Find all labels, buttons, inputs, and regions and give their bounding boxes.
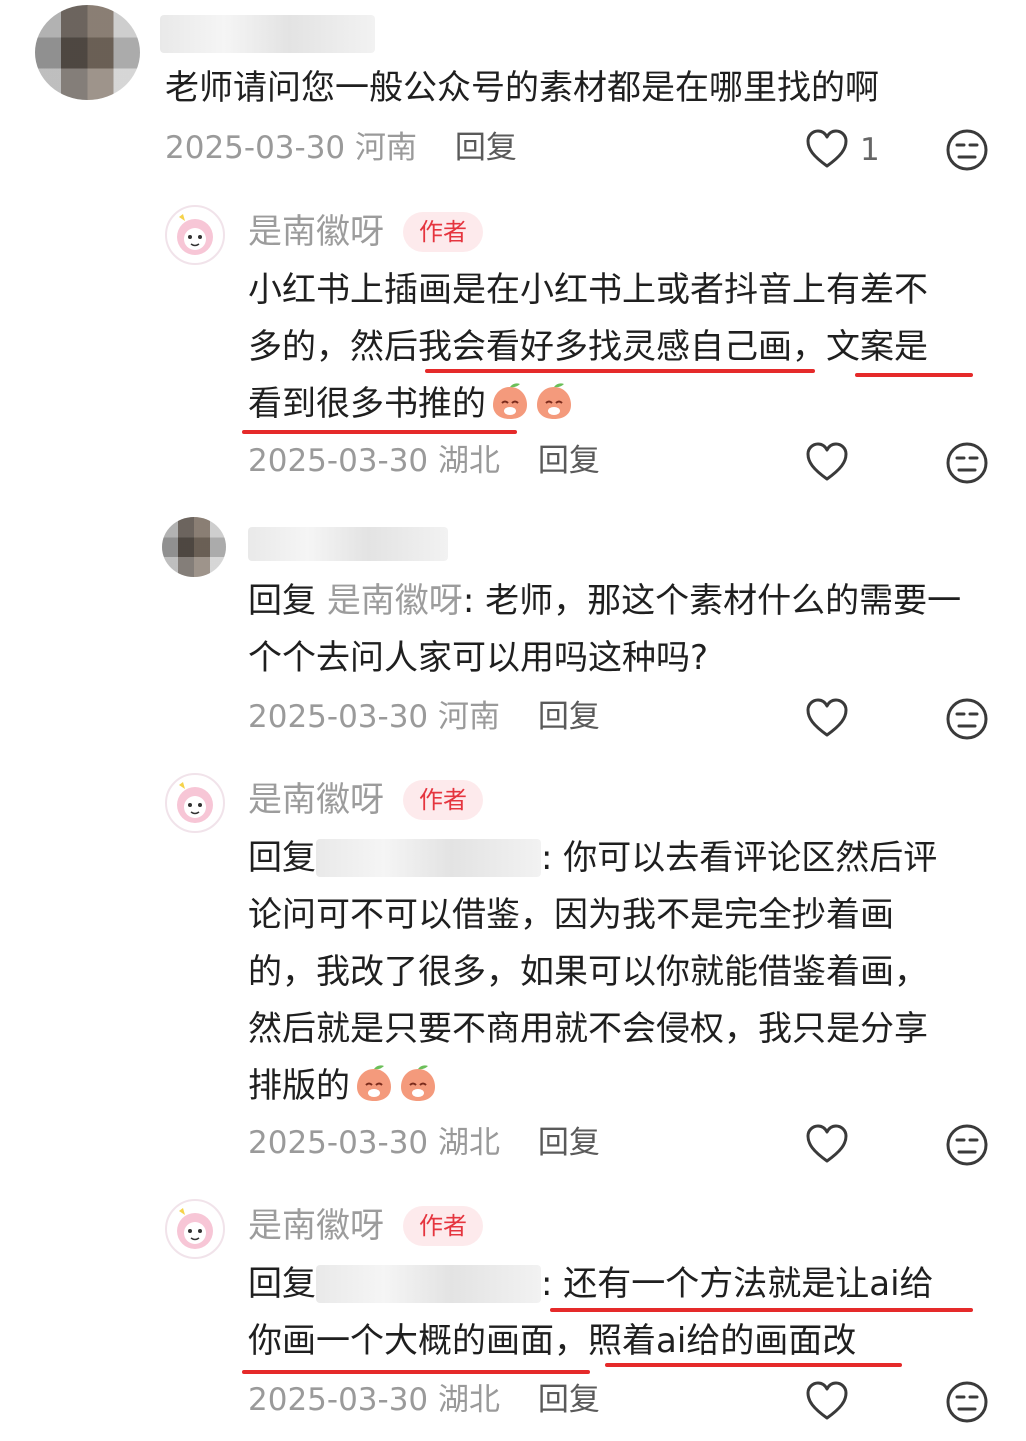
comment-text-segment: 排版的 bbox=[248, 1066, 350, 1106]
comment-text-line: 个个去问人家可以用吗这种吗? bbox=[248, 638, 709, 678]
reply-button[interactable]: 回复 bbox=[455, 130, 517, 166]
highlight-underline bbox=[550, 1308, 973, 1312]
neutral-face-icon[interactable] bbox=[945, 128, 989, 172]
author-avatar[interactable] bbox=[165, 1199, 225, 1259]
heart-outline-icon[interactable] bbox=[805, 1380, 849, 1422]
comment-text-line: 回复 : 你可以去看评论区然后评 bbox=[248, 830, 937, 887]
author-badge: 作者 bbox=[403, 1206, 483, 1246]
highlight-underline bbox=[855, 373, 973, 377]
comment-text-line: 多的，然后我会看好多找灵感自己画，文案是 bbox=[248, 327, 928, 367]
highlight-underline bbox=[425, 369, 815, 373]
reply-button[interactable]: 回复 bbox=[538, 699, 600, 735]
mention-blurred[interactable] bbox=[316, 1265, 541, 1303]
reply-prefix: 回复 bbox=[248, 1264, 316, 1304]
comment-text-segment: : 还有一个方法就是让ai给 bbox=[541, 1264, 934, 1304]
author-name[interactable]: 是南徽呀 bbox=[248, 212, 384, 252]
reply-prefix: 回复 bbox=[248, 581, 316, 621]
reply-prefix: 回复 bbox=[248, 838, 316, 878]
comment-location: 湖北 bbox=[438, 443, 501, 479]
comment-text-line: 小红书上插画是在小红书上或者抖音上有差不 bbox=[248, 270, 928, 310]
author-name[interactable]: 是南徽呀 bbox=[248, 780, 384, 820]
comment-text-segment: 看到很多书推的 bbox=[248, 384, 486, 424]
highlight-underline bbox=[605, 1363, 902, 1367]
comment-text-line: 的，我改了很多，如果可以你就能借鉴着画， bbox=[248, 952, 928, 992]
comment-text-line: 论问可不可以借鉴，因为我不是完全抄着画 bbox=[248, 895, 894, 935]
comment-text-line: 回复 是南徽呀: 老师，那这个素材什么的需要一 bbox=[248, 573, 961, 630]
username-blurred[interactable] bbox=[160, 15, 375, 53]
neutral-face-icon[interactable] bbox=[945, 1123, 989, 1167]
neutral-face-icon[interactable] bbox=[945, 697, 989, 741]
comment-text-line: 看到很多书推的 bbox=[248, 376, 574, 433]
heart-outline-icon[interactable] bbox=[805, 441, 849, 483]
comment-text: 老师请问您一般公众号的素材都是在哪里找的啊 bbox=[165, 68, 879, 108]
comment-date: 2025-03-30 bbox=[248, 1125, 429, 1161]
comment-location: 河南 bbox=[355, 130, 418, 166]
comment-text-line: 排版的 bbox=[248, 1058, 438, 1115]
comment-text-line: 你画一个大概的画面，照着ai给的画面改 bbox=[248, 1321, 857, 1361]
avatar[interactable] bbox=[35, 5, 140, 100]
comment-location: 河南 bbox=[438, 699, 501, 735]
comment-meta: 2025-03-30 河南 回复 bbox=[165, 128, 517, 168]
peach-emoji-icon bbox=[354, 1063, 394, 1103]
heart-outline-icon[interactable] bbox=[805, 128, 849, 170]
reply-button[interactable]: 回复 bbox=[538, 1125, 600, 1161]
comment-location: 湖北 bbox=[438, 1382, 501, 1418]
comment-date: 2025-03-30 bbox=[248, 1382, 429, 1418]
author-badge: 作者 bbox=[403, 780, 483, 820]
heart-outline-icon[interactable] bbox=[805, 1123, 849, 1165]
author-avatar[interactable] bbox=[165, 773, 225, 833]
comment-text-line: 然后就是只要不商用就不会侵权，我只是分享 bbox=[248, 1009, 928, 1049]
comment-meta: 2025-03-30 湖北 回复 bbox=[248, 441, 600, 481]
comment-date: 2025-03-30 bbox=[248, 699, 429, 735]
peach-emoji-icon bbox=[534, 381, 574, 421]
like-count: 1 bbox=[860, 132, 880, 168]
heart-outline-icon[interactable] bbox=[805, 697, 849, 739]
mention-link[interactable]: 是南徽呀 bbox=[327, 581, 463, 621]
comment-date: 2025-03-30 bbox=[248, 443, 429, 479]
peach-emoji-icon bbox=[490, 381, 530, 421]
comment-text-line: 回复 : 还有一个方法就是让ai给 bbox=[248, 1256, 934, 1313]
avatar[interactable] bbox=[162, 517, 226, 577]
comment-location: 湖北 bbox=[438, 1125, 501, 1161]
highlight-underline bbox=[242, 1370, 590, 1374]
mention-blurred[interactable] bbox=[316, 839, 541, 877]
comment-text-segment: : 你可以去看评论区然后评 bbox=[541, 838, 938, 878]
author-avatar[interactable] bbox=[165, 205, 225, 265]
reply-button[interactable]: 回复 bbox=[538, 443, 600, 479]
highlight-underline bbox=[242, 430, 517, 434]
comment-text-segment: : 老师，那这个素材什么的需要一 bbox=[462, 581, 962, 621]
reply-button[interactable]: 回复 bbox=[538, 1382, 600, 1418]
peach-emoji-icon bbox=[398, 1063, 438, 1103]
username-blurred[interactable] bbox=[248, 527, 448, 561]
comment-meta: 2025-03-30 湖北 回复 bbox=[248, 1123, 600, 1163]
neutral-face-icon[interactable] bbox=[945, 441, 989, 485]
author-badge: 作者 bbox=[403, 212, 483, 252]
neutral-face-icon[interactable] bbox=[945, 1380, 989, 1424]
comment-meta: 2025-03-30 河南 回复 bbox=[248, 697, 600, 737]
comment-date: 2025-03-30 bbox=[165, 130, 346, 166]
author-name[interactable]: 是南徽呀 bbox=[248, 1206, 384, 1246]
comment-meta: 2025-03-30 湖北 回复 bbox=[248, 1380, 600, 1420]
